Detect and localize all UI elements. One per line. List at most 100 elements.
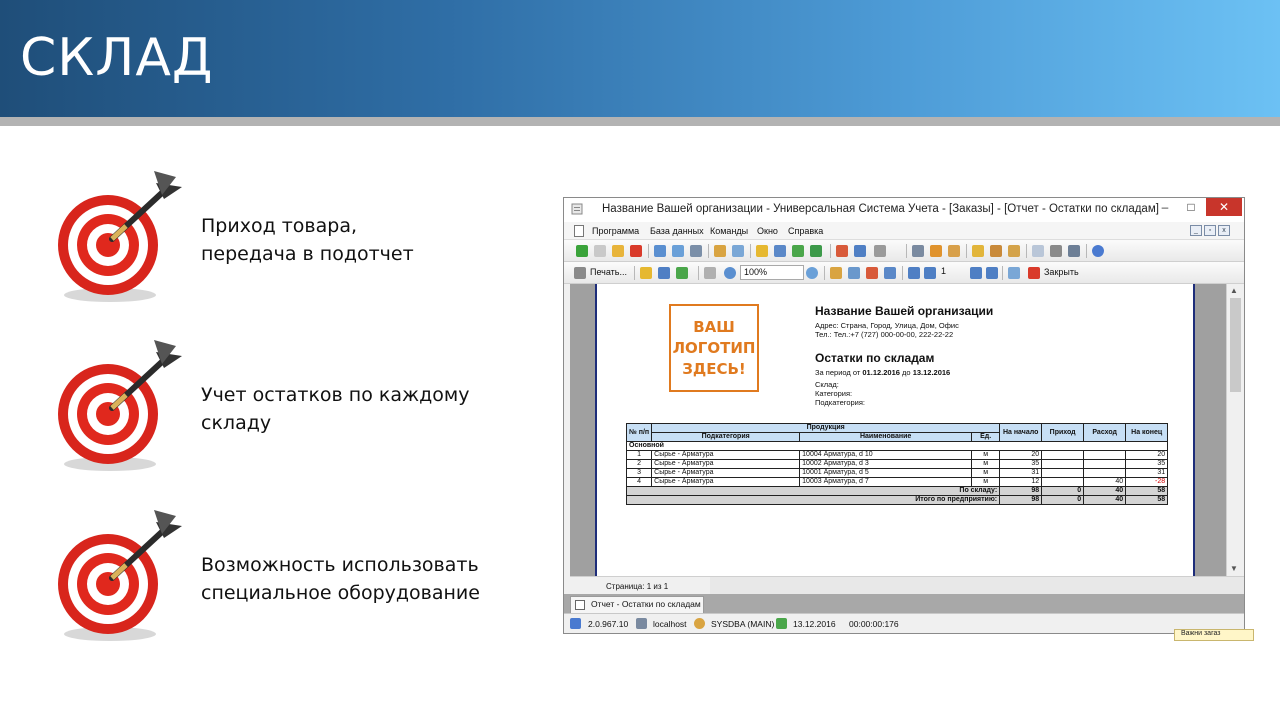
period-to: 13.12.2016 — [912, 368, 951, 377]
next-page-icon[interactable] — [970, 267, 982, 279]
mdi-close-button[interactable]: x — [1218, 225, 1230, 236]
lock-icon[interactable] — [972, 245, 984, 257]
outline-icon[interactable] — [830, 267, 842, 279]
add-icon[interactable] — [576, 245, 588, 257]
tab-stock-report[interactable]: Отчет - Остатки по складам — [570, 596, 704, 613]
find-icon[interactable] — [884, 267, 896, 279]
menu-help[interactable]: Справка — [788, 226, 823, 236]
cell-income — [1041, 459, 1085, 469]
cell-num: 1 — [625, 450, 653, 460]
zoom-icon[interactable] — [724, 267, 736, 279]
search-icon[interactable] — [654, 245, 666, 257]
warehouse-label: Склад: — [815, 380, 839, 389]
calendar-icon[interactable] — [1032, 245, 1044, 257]
print-button[interactable]: Печать... — [590, 267, 627, 277]
header-start: На начало — [999, 423, 1043, 442]
help-icon[interactable] — [1092, 245, 1104, 257]
zoom-select[interactable]: 100% — [740, 265, 804, 280]
note-icon[interactable] — [948, 245, 960, 257]
refresh-icon[interactable] — [672, 245, 684, 257]
users-icon[interactable] — [990, 245, 1002, 257]
copy-report-icon[interactable] — [1008, 267, 1020, 279]
delete-icon[interactable] — [630, 245, 642, 257]
window-titlebar[interactable]: Название Вашей организации - Универсальн… — [564, 198, 1244, 222]
scrollbar-thumb[interactable] — [1230, 298, 1241, 392]
total-expense: 40 — [1083, 486, 1127, 496]
printer-icon[interactable] — [1050, 245, 1062, 257]
sort-icon[interactable] — [756, 245, 768, 257]
company-total-row: Итого по предприятию: 98 0 40 58 — [625, 495, 1169, 505]
open-icon[interactable] — [640, 267, 652, 279]
cell-end-negative: -28 — [1125, 477, 1169, 487]
back-icon[interactable] — [874, 245, 886, 257]
vertical-scrollbar[interactable]: ▲ ▼ — [1226, 284, 1244, 576]
cell-unit: м — [971, 477, 1001, 487]
menu-commands[interactable]: Команды — [710, 226, 748, 236]
minimize-button[interactable]: – — [1152, 198, 1178, 216]
close-button[interactable]: ✕ — [1206, 198, 1242, 216]
window-new-icon[interactable] — [836, 245, 848, 257]
save-icon[interactable] — [658, 267, 670, 279]
first-page-icon[interactable] — [908, 267, 920, 279]
edit-report-icon[interactable] — [866, 267, 878, 279]
report-icon[interactable] — [810, 245, 822, 257]
table-row: 4 Сырье - Арматура 10003 Арматура, d 7 м… — [625, 477, 1169, 487]
settings-icon[interactable] — [930, 245, 942, 257]
bullet-item: Приход товара, передача в подотчет — [52, 165, 522, 305]
host-label: localhost — [653, 619, 687, 629]
close-report-button[interactable]: Закрыть — [1044, 267, 1079, 277]
period-prefix: За период от — [815, 368, 861, 377]
last-page-icon[interactable] — [986, 267, 998, 279]
user-label: SYSDBA (MAIN) — [711, 619, 775, 629]
document-add-icon[interactable] — [792, 245, 804, 257]
export-icon[interactable] — [714, 245, 726, 257]
page-setup-icon[interactable] — [704, 267, 716, 279]
previous-page-icon[interactable] — [924, 267, 936, 279]
cell-subcategory: Сырье - Арматура — [651, 477, 801, 487]
tree-icon[interactable] — [774, 245, 786, 257]
window-close-icon[interactable] — [854, 245, 866, 257]
grand-total-start: 98 — [999, 495, 1043, 505]
thumbnails-icon[interactable] — [848, 267, 860, 279]
toolbar-separator — [750, 244, 751, 258]
app-icon — [571, 203, 583, 215]
page-number-input[interactable]: 1 — [938, 265, 968, 280]
mdi-restore-button[interactable]: ▫ — [1204, 225, 1216, 236]
total-end: 58 — [1125, 486, 1169, 496]
copy-icon[interactable] — [594, 245, 606, 257]
scroll-up-icon[interactable]: ▲ — [1230, 286, 1238, 295]
menu-bar: Программа База данных Команды Окно Справ… — [564, 222, 1244, 240]
menu-program[interactable]: Программа — [592, 226, 639, 236]
bullet-item: Возможность использовать специальное обо… — [52, 504, 522, 644]
report-page: ВАШ ЛОГОТИП ЗДЕСЬ! Название Вашей органи… — [595, 284, 1195, 576]
filter-icon[interactable] — [690, 245, 702, 257]
menu-window[interactable]: Окно — [757, 226, 778, 236]
header-name: Наименование — [799, 432, 973, 442]
printer-icon[interactable] — [574, 267, 586, 279]
package-icon[interactable] — [1008, 245, 1020, 257]
bullet-line: Приход товара, — [201, 215, 358, 237]
mdi-minimize-button[interactable]: _ — [1190, 225, 1202, 236]
horizontal-scroll-area[interactable] — [710, 577, 1244, 595]
edit-icon[interactable] — [612, 245, 624, 257]
comments-icon[interactable] — [732, 245, 744, 257]
toolbar-separator — [824, 266, 825, 280]
zoom-out-icon[interactable] — [806, 267, 818, 279]
organization-phone: Тел.: Тел.:+7 (727) 000-00-00, 222-22-22 — [815, 330, 954, 339]
user-icon — [694, 618, 705, 629]
subcategory-label: Подкатегория: — [815, 398, 865, 407]
menu-database[interactable]: База данных — [650, 226, 704, 236]
close-report-icon[interactable] — [1028, 267, 1040, 279]
cell-start: 35 — [999, 459, 1043, 469]
scroll-down-icon[interactable]: ▼ — [1230, 564, 1238, 573]
tools-icon[interactable] — [912, 245, 924, 257]
toolbar-separator — [966, 244, 967, 258]
maximize-button[interactable]: □ — [1178, 198, 1204, 216]
header-divider — [0, 117, 1280, 126]
report-title: Остатки по складам — [815, 351, 935, 365]
export-icon[interactable] — [676, 267, 688, 279]
media-icon[interactable] — [1068, 245, 1080, 257]
cell-income — [1041, 477, 1085, 487]
bullet-line: Учет остатков по каждому — [201, 384, 470, 406]
toolbar-separator — [1086, 244, 1087, 258]
